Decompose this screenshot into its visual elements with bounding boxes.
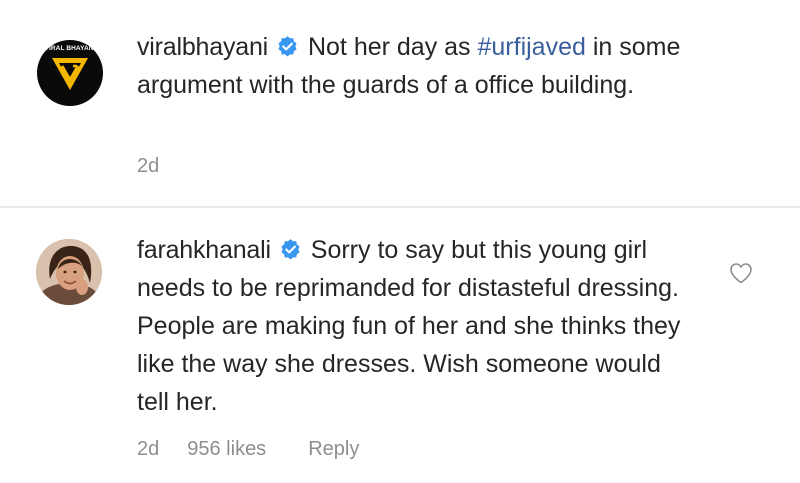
vb-logo-icon bbox=[52, 58, 88, 90]
comment-body: farahkhanali Sorry to say but this young… bbox=[0, 208, 800, 483]
comment-text-block: farahkhanali Sorry to say but this young… bbox=[137, 231, 697, 421]
heart-outline-icon[interactable] bbox=[729, 262, 753, 284]
post-caption-text: viralbhayani Not her day as #urfijaved i… bbox=[137, 28, 717, 104]
post-username[interactable]: viralbhayani bbox=[137, 33, 268, 61]
post-caption: VIRAL BHAYANI viralbhayani Not her day a… bbox=[0, 0, 800, 206]
post-meta: 2d bbox=[137, 155, 159, 178]
comment-meta: 2d 956 likes Reply bbox=[137, 438, 359, 461]
comment-likes[interactable]: 956 likes bbox=[187, 438, 266, 461]
verified-badge-icon bbox=[278, 36, 297, 57]
hashtag-link[interactable]: #urfijaved bbox=[478, 33, 586, 61]
viralbhayani-avatar[interactable]: VIRAL BHAYANI bbox=[37, 40, 103, 106]
verified-badge-icon bbox=[281, 239, 300, 260]
post-timestamp: 2d bbox=[137, 155, 160, 177]
caption-text-before: Not her day as bbox=[307, 33, 478, 61]
comment-username[interactable]: farahkhanali bbox=[137, 236, 271, 264]
comment-timestamp: 2d bbox=[137, 438, 160, 460]
avatar-ring-text: VIRAL BHAYANI bbox=[44, 45, 96, 52]
reply-button[interactable]: Reply bbox=[308, 438, 359, 461]
comments-screen: VIRAL BHAYANI viralbhayani Not her day a… bbox=[0, 0, 800, 483]
